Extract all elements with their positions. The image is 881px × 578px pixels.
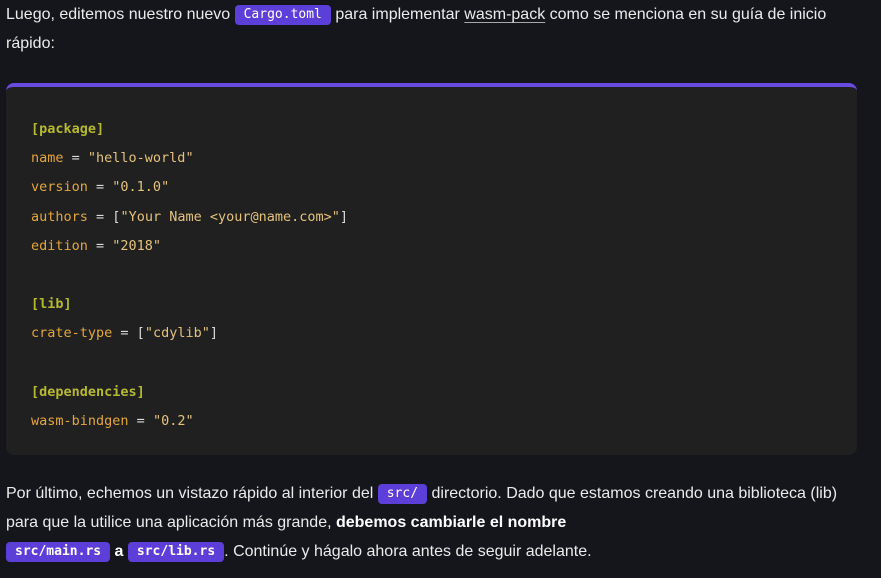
code-line: [dependencies] [31, 378, 857, 407]
outro-text-4: . Continúe y hágalo ahora antes de segui… [224, 543, 592, 560]
inline-code-cargo-toml: Cargo.toml [234, 5, 331, 25]
section-package: [package] [31, 121, 105, 137]
intro-paragraph: Luego, editemos nuestro nuevo Cargo.toml… [6, 0, 866, 58]
inline-code-src-main: src/main.rs [6, 542, 111, 562]
bracket-close: ] [339, 208, 349, 225]
outro-bold-text: debemos cambiarle el nombre [335, 514, 567, 531]
value-crate-type: "cdylib" [144, 325, 210, 342]
equals: = [128, 412, 153, 429]
value-name: "hello-world" [87, 150, 194, 167]
value-edition: "2018" [112, 237, 162, 254]
bracket-close: ] [209, 325, 218, 342]
value-wasm-bindgen: "0.2" [152, 412, 194, 429]
key-authors: authors [31, 208, 88, 225]
equals: = [63, 150, 88, 167]
outro-text-a: a [110, 543, 128, 560]
inline-code-src-dir: src/ [377, 484, 428, 504]
key-edition: edition [31, 237, 88, 254]
value-authors: "Your Name <your@name.com>" [120, 208, 340, 225]
equals: = [87, 237, 113, 254]
code-line: authors = ["Your Name <your@name.com>"] [31, 203, 857, 232]
code-line: edition = "2018" [31, 232, 857, 261]
equals: = [112, 325, 137, 342]
key-version: version [31, 179, 88, 196]
code-line: [lib] [31, 290, 857, 319]
outro-text-1: Por último, echemos un vistazo rápido al… [6, 485, 378, 502]
code-line: crate-type = ["cdylib"] [31, 319, 857, 348]
equals: = [87, 179, 113, 196]
inline-code-src-lib: src/lib.rs [127, 542, 225, 562]
key-name: name [31, 150, 64, 167]
value-version: "0.1.0" [112, 179, 170, 196]
section-dependencies: [dependencies] [31, 383, 145, 400]
intro-text-1: Luego, editemos nuestro nuevo [6, 6, 235, 23]
intro-text-2: para implementar [330, 6, 465, 23]
section-lib: [lib] [31, 296, 72, 313]
code-line: name = "hello-world" [31, 144, 857, 173]
toml-code-block: [package] name = "hello-world" version =… [6, 83, 857, 455]
equals: = [87, 208, 113, 225]
code-line: version = "0.1.0" [31, 173, 857, 202]
bracket-open: [ [136, 325, 145, 342]
key-crate-type: crate-type [31, 325, 113, 342]
wasm-pack-link[interactable]: wasm-pack [464, 6, 545, 23]
key-wasm-bindgen: wasm-bindgen [31, 412, 129, 429]
code-line: [package] [31, 115, 857, 144]
outro-paragraph: Por último, echemos un vistazo rápido al… [6, 479, 866, 566]
code-line: wasm-bindgen = "0.2" [31, 407, 857, 436]
